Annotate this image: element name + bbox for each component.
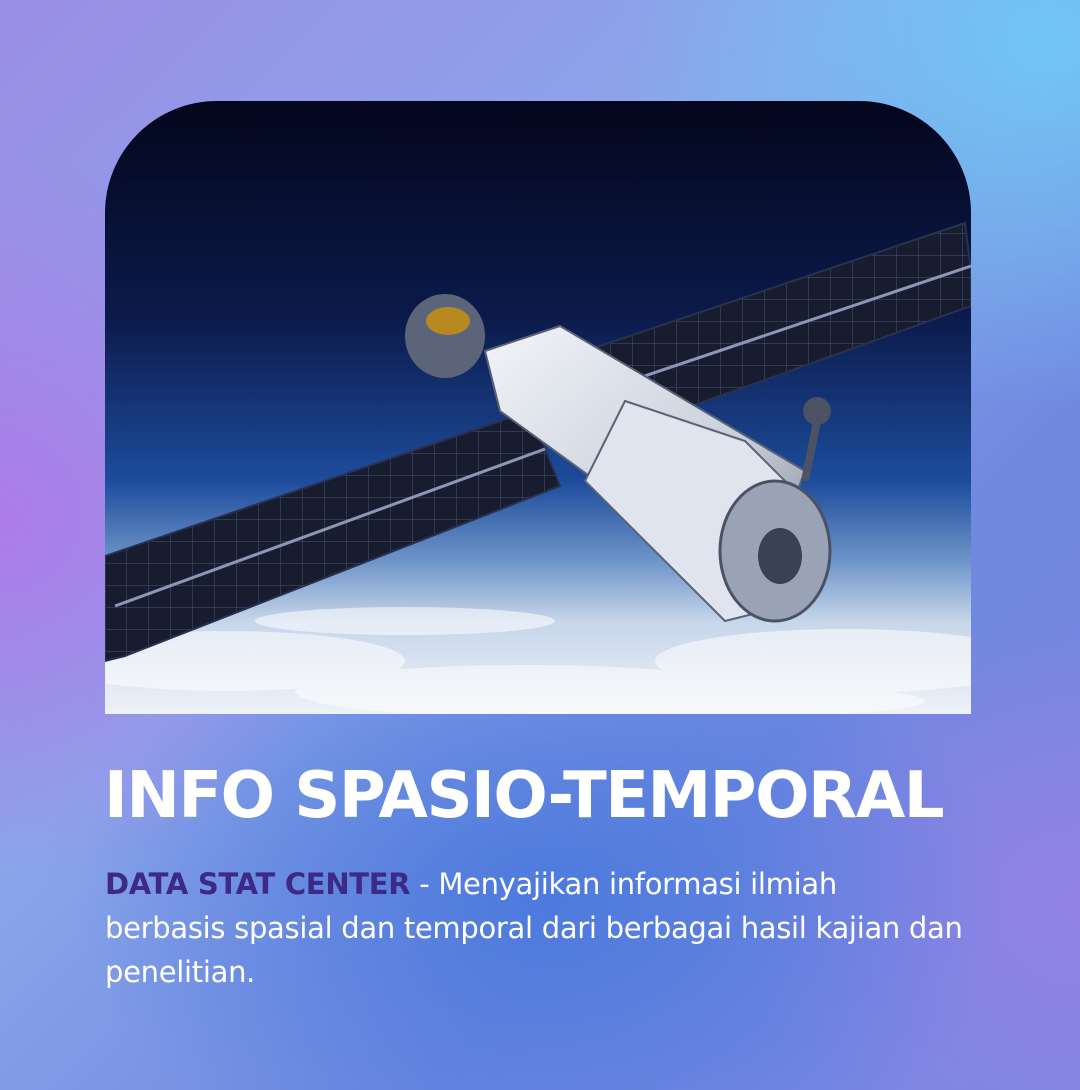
description: DATA STAT CENTER - Menyajikan informasi … [105, 862, 965, 994]
hero-image [105, 101, 971, 714]
satellite-photo-icon [105, 101, 971, 714]
page-title: INFO SPASIO-TEMPORAL [104, 759, 945, 833]
brand-name: DATA STAT CENTER [105, 867, 411, 901]
